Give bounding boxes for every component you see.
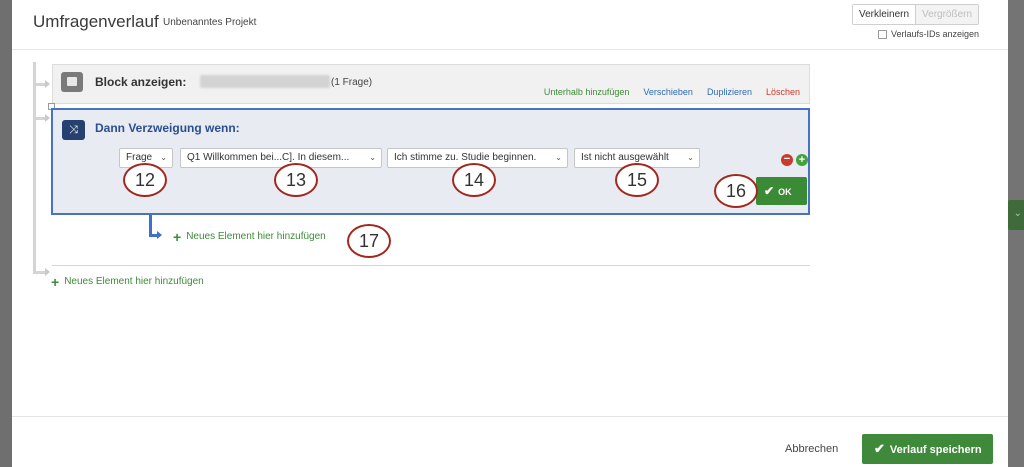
duplicate-link[interactable]: Duplizieren [707, 87, 752, 97]
branch-arrow-icon [157, 231, 162, 239]
branch-title: Dann Verzweigung wenn: [95, 121, 240, 135]
show-ids-label: Verlaufs-IDs anzeigen [891, 29, 980, 39]
branch-element: ⤨ Dann Verzweigung wenn: Frage ⌄ Q1 Will… [51, 108, 810, 215]
callout-12: 12 [123, 163, 167, 197]
question-select[interactable]: Q1 Willkommen bei...C]. In diesem... ⌄ [180, 148, 382, 168]
zoom-in-button[interactable]: Vergrößern [915, 5, 979, 24]
block-question-count: (1 Frage) [331, 77, 373, 88]
condition-type-value: Frage [126, 152, 153, 163]
callout-17: 17 [347, 224, 391, 258]
chevron-down-icon: ⌄ [555, 153, 562, 162]
check-icon: ✔ [874, 441, 885, 456]
show-ids-toggle[interactable]: Verlaufs-IDs anzeigen [878, 29, 979, 39]
chevron-down-icon: ⌄ [1013, 208, 1022, 219]
background-page-right [1008, 0, 1024, 467]
flow-connector-line [33, 62, 36, 272]
modal-title: Umfragenverlauf [33, 12, 159, 31]
flow-arrow-icon [45, 114, 50, 122]
choice-value: Ich stimme zu. Studie beginnen. [394, 152, 537, 163]
chevron-down-icon: ⌄ [160, 153, 167, 162]
branch-connector-line [149, 234, 157, 237]
callout-13: 13 [274, 163, 318, 197]
add-element-root-link[interactable]: + Neues Element hier hinzufügen [51, 273, 204, 290]
cancel-button[interactable]: Abbrechen [785, 443, 838, 455]
block-actions: Unterhalb hinzufügen Verschieben Duplizi… [544, 87, 800, 97]
modal-footer: Abbrechen ✔ Verlauf speichern [12, 416, 1008, 467]
flow-arrow-icon [45, 268, 50, 276]
chevron-down-icon: ⌄ [369, 153, 376, 162]
callout-14: 14 [452, 163, 496, 197]
callout-15: 15 [615, 163, 659, 197]
show-ids-checkbox[interactable] [878, 29, 887, 39]
block-label: Block anzeigen: [95, 75, 187, 89]
operator-value: Ist nicht ausgewählt [581, 152, 669, 163]
add-below-link[interactable]: Unterhalb hinzufügen [544, 87, 630, 97]
add-condition-button[interactable]: + [796, 154, 808, 166]
zoom-out-button[interactable]: Verkleinern [853, 5, 916, 24]
add-element-label: Neues Element hier hinzufügen [64, 276, 204, 287]
redacted-block-name [200, 75, 330, 88]
question-value: Q1 Willkommen bei...C]. In diesem... [187, 152, 350, 163]
flow-divider [52, 265, 810, 266]
ok-button[interactable]: ✔ OK [756, 177, 807, 205]
move-link[interactable]: Verschieben [643, 87, 693, 97]
modal-header: Umfragenverlauf Unbenanntes Projekt Verk… [12, 0, 1008, 50]
background-green-tab: ⌄ [1008, 200, 1024, 230]
branch-icon: ⤨ [62, 120, 85, 140]
save-flow-button[interactable]: ✔ Verlauf speichern [862, 434, 993, 464]
add-element-in-branch-link[interactable]: + Neues Element hier hinzufügen [173, 228, 326, 245]
delete-link[interactable]: Löschen [766, 87, 800, 97]
callout-16: 16 [714, 174, 758, 208]
save-label: Verlauf speichern [889, 444, 982, 456]
project-name: Unbenanntes Projekt [163, 17, 257, 28]
zoom-controls: Verkleinern Vergrößern [852, 4, 980, 25]
flow-arrow-icon [45, 80, 50, 88]
background-page-left [0, 0, 12, 467]
add-element-label: Neues Element hier hinzufügen [186, 231, 326, 242]
block-cube-icon [61, 72, 83, 92]
survey-flow-modal: Umfragenverlauf Unbenanntes Projekt Verk… [12, 0, 1008, 467]
remove-condition-button[interactable]: − [781, 154, 793, 166]
plus-icon: + [51, 273, 60, 290]
check-icon: ✔ [764, 184, 775, 198]
chevron-down-icon: ⌄ [687, 153, 694, 162]
plus-icon: + [173, 228, 182, 245]
show-block-element[interactable]: Block anzeigen: (1 Frage) Unterhalb hinz… [52, 64, 810, 104]
ok-label: OK [778, 187, 792, 197]
